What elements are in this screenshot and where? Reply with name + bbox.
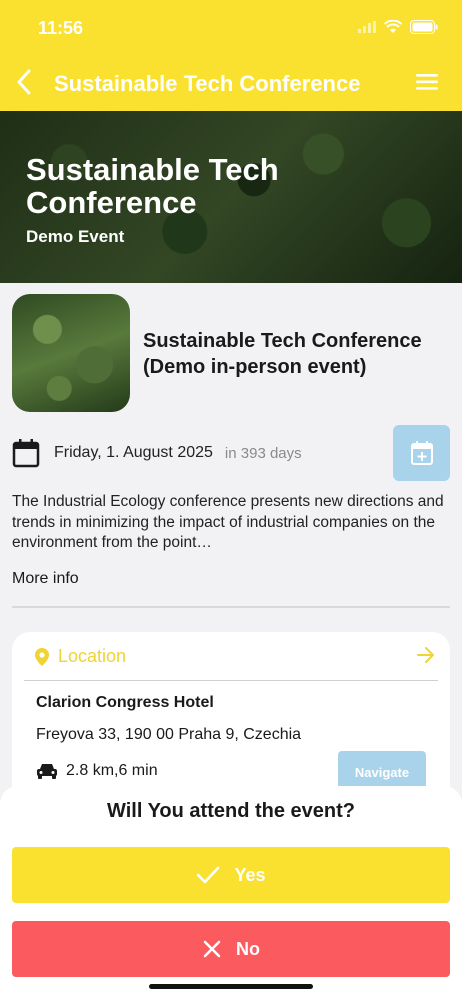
location-header: Location xyxy=(34,646,126,667)
divider xyxy=(12,606,450,608)
hero-subtitle: Demo Event xyxy=(26,227,125,246)
hero-title: Sustainable Tech Conference xyxy=(26,152,279,220)
wifi-icon xyxy=(384,20,402,33)
hamburger-menu-icon xyxy=(416,74,438,90)
no-label: No xyxy=(236,938,260,959)
car-icon xyxy=(37,764,57,779)
more-info-link[interactable]: More info xyxy=(12,570,79,588)
location-separator xyxy=(24,680,438,681)
date-row: Friday, 1. August 2025 in 393 days xyxy=(12,437,302,469)
add-to-calendar-button[interactable] xyxy=(393,425,450,481)
event-description: The Industrial Ecology conference presen… xyxy=(12,493,444,551)
arrow-right-icon xyxy=(417,647,434,663)
signal-icon xyxy=(358,21,376,33)
venue-address: Freyova 33, 190 00 Praha 9, Czechia xyxy=(36,726,302,743)
menu-button[interactable] xyxy=(414,70,442,94)
battery-icon xyxy=(410,20,438,34)
yes-button[interactable]: Yes xyxy=(12,847,450,903)
calendar-icon xyxy=(12,439,40,468)
chevron-left-icon xyxy=(17,69,31,95)
calendar-add-icon xyxy=(410,441,433,465)
location-label: Location xyxy=(58,646,127,666)
back-button[interactable] xyxy=(8,64,40,100)
location-open-button[interactable] xyxy=(416,646,436,669)
map-pin-icon xyxy=(35,647,49,666)
home-indicator xyxy=(149,984,313,989)
rsvp-question: Will You attend the event? xyxy=(107,800,355,822)
rsvp-sheet: Will You attend the event? Yes No xyxy=(0,786,462,1000)
event-date-relative: in 393 days xyxy=(224,444,302,462)
venue-name: Clarion Congress Hotel xyxy=(36,694,214,711)
hero-banner: Sustainable Tech Conference Demo Event xyxy=(0,111,462,283)
yes-label: Yes xyxy=(234,864,266,885)
status-bar: 11:56 xyxy=(0,0,462,54)
close-icon xyxy=(203,940,221,958)
checkmark-icon xyxy=(197,866,220,884)
distance-row: 2.8 km,6 min xyxy=(36,762,158,780)
nav-bar: Sustainable Tech Conference xyxy=(0,54,462,111)
status-icons xyxy=(358,20,438,34)
event-name: Sustainable Tech Conference (Demo in-per… xyxy=(143,330,422,378)
distance-text: 2.8 km,6 min xyxy=(66,762,158,779)
status-time: 11:56 xyxy=(38,18,84,38)
no-button[interactable]: No xyxy=(12,921,450,977)
event-date: Friday, 1. August 2025 xyxy=(54,444,213,461)
nav-title: Sustainable Tech Conference xyxy=(54,71,361,96)
event-thumbnail xyxy=(12,294,130,412)
